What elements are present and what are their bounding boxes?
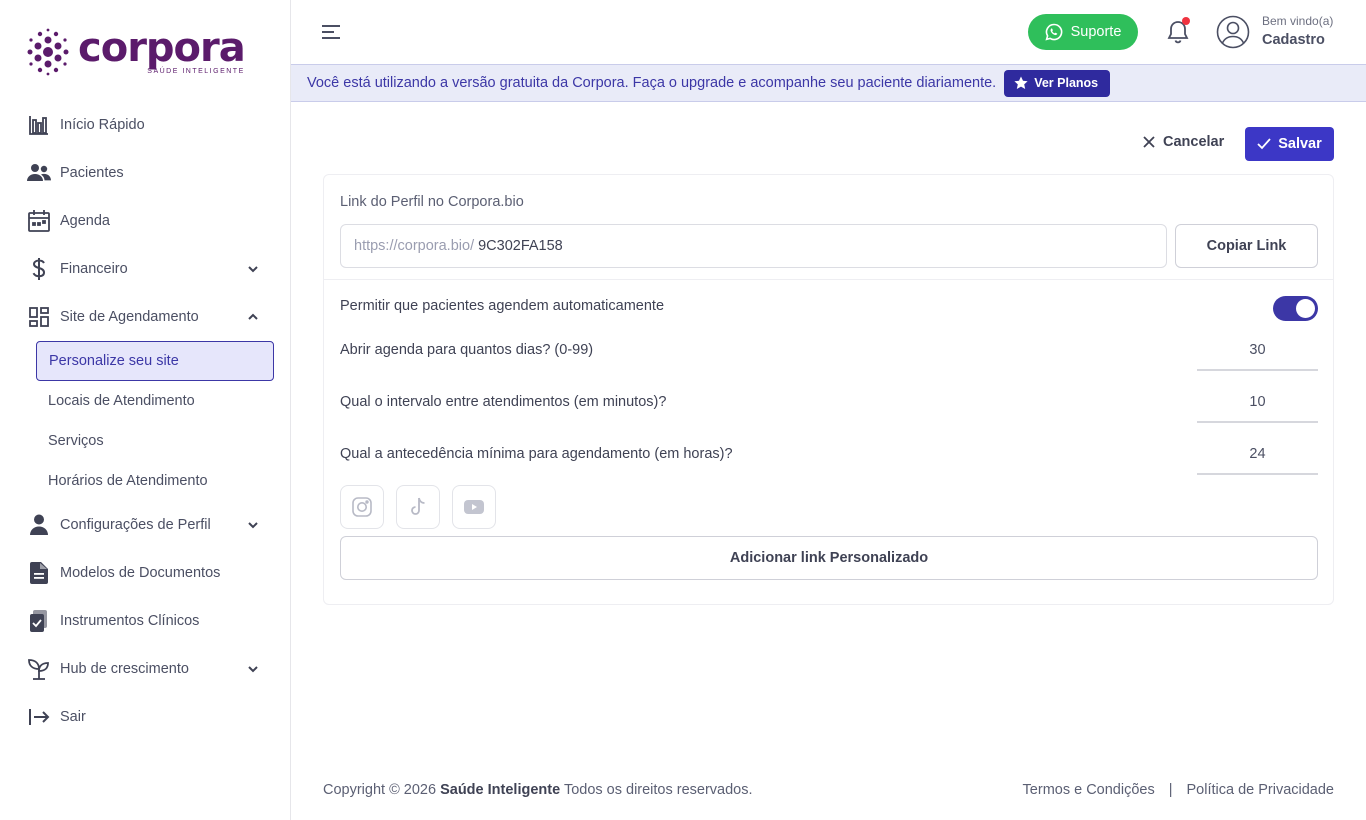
interval-label: Qual o intervalo entre atendimentos (em … [340,394,667,410]
sidebar-item-label: Sair [60,709,86,725]
chevron-up-icon[interactable] [246,310,260,324]
chevron-down-icon[interactable] [246,262,260,276]
instagram-icon [352,497,372,517]
welcome-text: Bem vindo(a) [1262,14,1334,28]
sidebar: corpora SAÚDE INTELIGENTE Início Rápido … [0,0,291,820]
logout-icon [27,705,51,729]
sidebar-item-sair[interactable]: Sair [0,693,290,741]
sidebar-item-label: Pacientes [60,165,124,181]
user-avatar-icon[interactable] [1216,15,1250,49]
bar-chart-icon [27,113,51,137]
tiktok-button[interactable] [396,485,440,529]
divider [324,279,1333,280]
sidebar-item-label: Financeiro [60,261,128,277]
users-icon [27,161,51,185]
auto-schedule-label: Permitir que pacientes agendem automatic… [340,298,665,314]
profile-link-prefix: https://corpora.bio/ [354,238,475,254]
calendar-icon [27,209,51,233]
view-plans-button[interactable]: Ver Planos [1004,69,1111,97]
brand-name: corpora [78,25,246,71]
top-header: Suporte Bem vindo(a) Cadastro [291,0,1366,64]
sprout-icon [27,657,51,681]
tiktok-icon [411,497,425,515]
user-greeting[interactable]: Bem vindo(a) Cadastro [1262,14,1333,48]
sidebar-item-inicio-rapido[interactable]: Início Rápido [0,101,290,149]
sidebar-item-instrumentos-clinicos[interactable]: Instrumentos Clínicos [0,597,290,645]
copyright-prefix: Copyright © 2026 [323,782,437,798]
copyright-company: Saúde Inteligente [440,782,561,798]
hamburger-menu-icon[interactable] [320,22,342,42]
logo-dots-icon [27,28,69,76]
support-button[interactable]: Suporte [1028,14,1138,50]
sidebar-item-label: Agenda [60,213,110,229]
auto-schedule-toggle[interactable] [1273,296,1318,321]
clipboard-check-icon [27,609,51,633]
min-advance-label: Qual a antecedência mínima para agendame… [340,446,733,462]
dollar-icon [27,257,51,281]
whatsapp-icon [1045,23,1062,41]
open-days-label: Abrir agenda para quantos dias? (0-99) [340,342,594,358]
sidebar-item-label: Início Rápido [60,117,145,133]
sidebar-item-label: Hub de crescimento [60,661,189,677]
open-days-input[interactable]: 30 [1197,337,1318,371]
sidebar-item-label: Site de Agendamento [60,309,199,325]
corpora-logo[interactable]: corpora SAÚDE INTELIGENTE [26,25,246,76]
site-submenu: Personalize seu site Locais de Atendimen… [0,341,290,501]
sidebar-item-site-de-agendamento[interactable]: Site de Agendamento [0,293,290,341]
submenu-item-horarios-atendimento[interactable]: Horários de Atendimento [36,461,274,501]
profile-link-code[interactable]: 9C302FA158 [478,238,563,254]
check-icon [1257,138,1271,150]
notification-dot [1182,17,1190,25]
toggle-knob [1296,299,1315,318]
close-icon [1143,136,1155,148]
add-custom-link-button[interactable]: Adicionar link Personalizado [340,536,1318,580]
sidebar-item-label: Configurações de Perfil [60,517,211,533]
document-icon [27,561,51,585]
save-label: Salvar [1278,136,1322,152]
sidebar-item-label: Instrumentos Clínicos [60,613,200,629]
sidebar-nav: Início Rápido Pacientes Agenda Financeir… [0,101,290,741]
chevron-down-icon[interactable] [246,662,260,676]
sidebar-item-configuracoes-perfil[interactable]: Configurações de Perfil [0,501,290,549]
footer-separator: | [1168,782,1173,798]
chevron-down-icon[interactable] [246,518,260,532]
dashboard-grid-icon [27,305,51,329]
sidebar-item-hub-crescimento[interactable]: Hub de crescimento [0,645,290,693]
site-settings-card: Link do Perfil no Corpora.bio https://co… [323,174,1334,605]
profile-link-label: Link do Perfil no Corpora.bio [340,194,524,210]
copyright: Copyright © 2026 Saúde Inteligente Todos… [323,782,753,798]
youtube-icon [464,500,484,514]
sidebar-item-agenda[interactable]: Agenda [0,197,290,245]
interval-input[interactable]: 10 [1197,389,1318,423]
cancel-label: Cancelar [1163,134,1225,150]
instagram-button[interactable] [340,485,384,529]
star-icon [1014,76,1028,89]
copy-link-button[interactable]: Copiar Link [1175,224,1318,268]
terms-link[interactable]: Termos e Condições [1023,782,1155,798]
privacy-link[interactable]: Política de Privacidade [1187,782,1335,798]
save-button[interactable]: Salvar [1245,127,1334,161]
upgrade-banner-text: Você está utilizando a versão gratuita d… [307,75,997,91]
footer-links: Termos e Condições | Política de Privaci… [1023,782,1334,798]
user-name: Cadastro [1262,32,1325,48]
cancel-button[interactable]: Cancelar [1143,134,1224,150]
sidebar-item-financeiro[interactable]: Financeiro [0,245,290,293]
sidebar-item-modelos-documentos[interactable]: Modelos de Documentos [0,549,290,597]
submenu-item-servicos[interactable]: Serviços [36,421,274,461]
support-label: Suporte [1070,24,1122,40]
copyright-rights: Todos os direitos reservados. [563,782,753,798]
sidebar-item-label: Modelos de Documentos [60,565,221,581]
min-advance-input[interactable]: 24 [1197,441,1318,475]
sidebar-item-pacientes[interactable]: Pacientes [0,149,290,197]
upgrade-banner: Você está utilizando a versão gratuita d… [291,64,1366,102]
user-icon [27,513,51,537]
profile-link-input[interactable]: https://corpora.bio/ 9C302FA158 [340,224,1167,268]
submenu-item-personalize-site[interactable]: Personalize seu site [36,341,274,381]
submenu-item-locais-atendimento[interactable]: Locais de Atendimento [36,381,274,421]
youtube-button[interactable] [452,485,496,529]
view-plans-label: Ver Planos [1034,76,1099,90]
